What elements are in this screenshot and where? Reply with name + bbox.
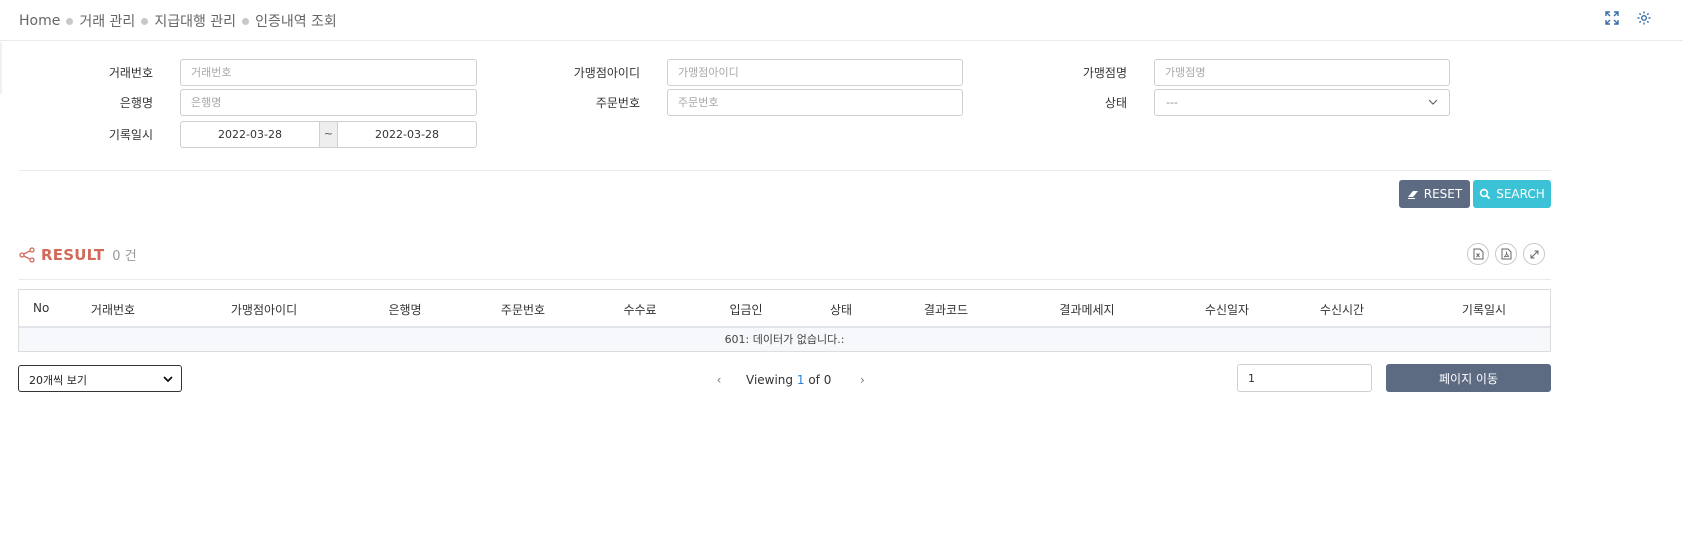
- prev-page-icon[interactable]: ‹: [712, 373, 726, 387]
- column-header-bank[interactable]: 은행명: [388, 301, 421, 318]
- result-title: RESULT: [41, 245, 105, 264]
- chevron-down-icon: [163, 376, 173, 383]
- top-actions: [1603, 9, 1653, 27]
- expand-icon[interactable]: [1603, 9, 1621, 27]
- breadcrumb-transaction-management[interactable]: 거래 관리: [79, 11, 135, 31]
- gear-icon[interactable]: [1635, 9, 1653, 27]
- column-header-merchant-id[interactable]: 가맹점아이디: [231, 301, 297, 318]
- column-header-depositor[interactable]: 입금인: [729, 301, 762, 318]
- column-header-status[interactable]: 상태: [830, 301, 852, 318]
- reset-button-label: RESET: [1423, 187, 1463, 201]
- eraser-icon: [1407, 191, 1418, 199]
- breadcrumb: Home 거래 관리 지급대행 관리 인증내역 조회: [19, 11, 337, 31]
- date-range-separator: ~: [320, 121, 337, 148]
- record-date-label: 기록일시: [108, 128, 153, 142]
- top-bar: Home 거래 관리 지급대행 관리 인증내역 조회: [0, 0, 1683, 41]
- bank-label: 은행명: [119, 96, 153, 110]
- current-page: 1: [796, 373, 805, 387]
- tx-no-input[interactable]: [180, 59, 477, 86]
- pdf-icon[interactable]: [1495, 243, 1517, 265]
- breadcrumb-separator: [141, 17, 149, 25]
- chevron-down-icon: [1428, 99, 1438, 105]
- search-button-label: SEARCH: [1496, 187, 1545, 201]
- next-page-icon[interactable]: ›: [855, 373, 869, 387]
- bank-input[interactable]: [180, 89, 477, 116]
- column-header-result-code[interactable]: 결과코드: [924, 301, 968, 318]
- date-from-input[interactable]: [180, 121, 320, 148]
- merchant-id-label: 가맹점아이디: [573, 66, 640, 80]
- order-no-label: 주문번호: [595, 96, 640, 110]
- fullscreen-icon[interactable]: [1523, 243, 1545, 265]
- form-divider: [19, 170, 1551, 171]
- result-count: 0 건: [112, 249, 137, 264]
- date-to-input[interactable]: [337, 121, 477, 148]
- result-divider: [19, 279, 1551, 280]
- status-select[interactable]: ---: [1154, 89, 1450, 116]
- share-icon: [19, 246, 35, 263]
- reset-button[interactable]: RESET: [1399, 180, 1470, 208]
- column-header-record-date[interactable]: 기록일시: [1462, 301, 1506, 318]
- goto-page-button[interactable]: 페이지 이동: [1386, 364, 1551, 392]
- column-header-tx-no[interactable]: 거래번호: [91, 301, 135, 318]
- status-label: 상태: [1104, 96, 1127, 110]
- column-header-fee[interactable]: 수수료: [623, 301, 656, 318]
- side-marker: [0, 42, 2, 94]
- column-header-received-date[interactable]: 수신일자: [1205, 301, 1249, 318]
- page-size-select[interactable]: 20개씩 보기: [18, 365, 182, 392]
- search-button[interactable]: SEARCH: [1473, 180, 1551, 208]
- merchant-name-label: 가맹점명: [1082, 66, 1127, 80]
- search-icon: [1480, 188, 1491, 200]
- total-pages: of 0: [808, 373, 832, 387]
- column-header-received-time[interactable]: 수신시간: [1320, 301, 1364, 318]
- breadcrumb-payment-agency[interactable]: 지급대행 관리: [154, 11, 236, 31]
- pagination: ‹ Viewing 1 of 0 ›: [712, 373, 869, 387]
- result-header: RESULT 0 건: [19, 245, 137, 264]
- breadcrumb-home[interactable]: Home: [19, 13, 60, 29]
- status-select-value: ---: [1166, 96, 1178, 109]
- merchant-id-input[interactable]: [667, 59, 963, 86]
- viewing-label: Viewing: [746, 373, 794, 387]
- column-header-result-message[interactable]: 결과메세지: [1059, 301, 1114, 318]
- column-header-no[interactable]: No: [33, 301, 49, 315]
- result-actions: [1467, 243, 1545, 265]
- breadcrumb-separator: [242, 17, 250, 25]
- breadcrumb-separator: [66, 17, 74, 25]
- result-table: No 거래번호 가맹점아이디 은행명 주문번호 수수료 입금인 상태 결과코드 …: [18, 289, 1551, 352]
- excel-icon[interactable]: [1467, 243, 1489, 265]
- merchant-name-input[interactable]: [1154, 59, 1450, 86]
- empty-row-message: 601: 데이터가 없습니다.:: [19, 328, 1550, 351]
- order-no-input[interactable]: [667, 89, 963, 116]
- breadcrumb-current-page: 인증내역 조회: [255, 14, 337, 30]
- page-size-value: 20개씩 보기: [29, 374, 87, 387]
- page-info: Viewing 1 of 0: [746, 373, 831, 387]
- table-header: No 거래번호 가맹점아이디 은행명 주문번호 수수료 입금인 상태 결과코드 …: [19, 290, 1550, 328]
- goto-page-input[interactable]: [1237, 364, 1372, 392]
- tx-no-label: 거래번호: [108, 66, 153, 80]
- column-header-order-no[interactable]: 주문번호: [501, 301, 545, 318]
